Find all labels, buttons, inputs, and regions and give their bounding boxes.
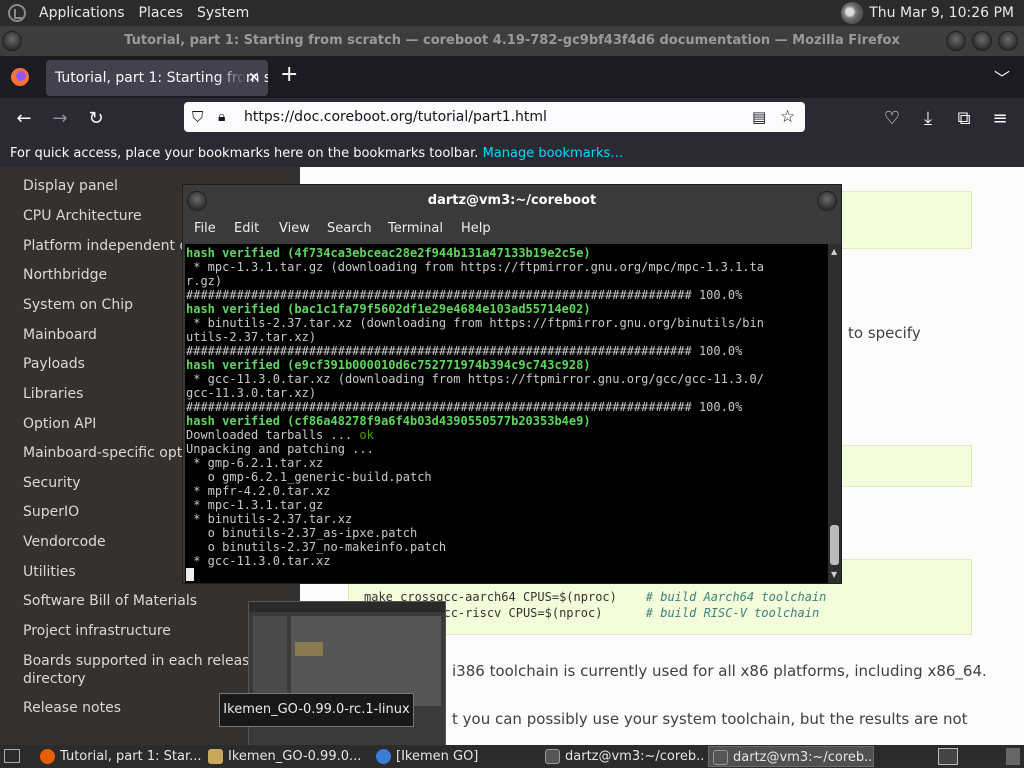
menu-places[interactable]: Places — [132, 0, 191, 26]
terminal-scrollbar[interactable]: ▲ ▼ — [828, 244, 841, 583]
task-terminal-1[interactable]: dartz@vm3:~/coreb... — [541, 746, 705, 767]
terminal-icon — [545, 749, 560, 764]
terminal-window-menu-icon[interactable] — [187, 191, 207, 211]
url-bar[interactable]: ⛉ 🔒︎ https://doc.coreboot.org/tutorial/p… — [184, 102, 805, 132]
terminal-menu-search[interactable]: Search — [327, 221, 372, 236]
terminal-line: o binutils-2.37_no-makeinfo.patch — [186, 540, 447, 554]
terminal-line: hash verified (bac1c1fa79f5602df1e29e468… — [186, 302, 591, 316]
tab-close-icon[interactable]: ✕ — [248, 60, 260, 96]
trash-icon[interactable] — [1006, 748, 1020, 765]
navigation-toolbar: ← → ↻ ⛉ 🔒︎ https://doc.coreboot.org/tuto… — [0, 98, 1024, 140]
close-window-icon[interactable] — [998, 31, 1018, 51]
terminal-line: hash verified (e9cf391b000010d6c75277197… — [186, 358, 591, 372]
terminal-line: hash verified (4f734ca3ebceac28e2f944b13… — [186, 246, 591, 260]
volume-icon[interactable] — [841, 2, 864, 24]
doc-paragraph: i386 toolchain is currently used for all… — [452, 662, 987, 680]
doc-text-specify: to specify — [848, 324, 921, 342]
terminal-line: hash verified (cf86a48278f9a6f4b03d43905… — [186, 414, 591, 428]
terminal-line: * binutils-2.37.tar.xz (downloading from… — [186, 316, 764, 330]
bookmarks-hint: For quick access, place your bookmarks h… — [10, 146, 479, 161]
ikemen-icon — [376, 749, 391, 764]
forward-icon[interactable]: → — [49, 108, 71, 130]
window-menu-icon[interactable] — [2, 31, 22, 51]
terminal-line: o gmp-6.2.1_generic-build.patch — [186, 470, 432, 484]
extensions-icon[interactable]: ⧉ — [953, 108, 975, 130]
taskbar: Tutorial, part 1: Star... Ikemen_GO-0.99… — [0, 745, 1024, 768]
task-ikemen-go[interactable]: [Ikemen GO] — [372, 746, 538, 767]
distro-logo-icon[interactable] — [8, 4, 26, 22]
task-firefox[interactable]: Tutorial, part 1: Star... — [36, 746, 202, 767]
terminal-titlebar: dartz@vm3:~/coreboot — [183, 185, 841, 217]
show-desktop-icon[interactable] — [4, 749, 20, 763]
terminal-line: o binutils-2.37_as-ipxe.patch — [186, 526, 418, 540]
new-tab-icon[interactable]: + — [280, 62, 298, 87]
back-icon[interactable]: ← — [13, 108, 35, 130]
bookmarks-toolbar: For quick access, place your bookmarks h… — [0, 140, 1024, 167]
terminal-scrollbar-thumb[interactable] — [830, 525, 839, 565]
menu-hamburger-icon[interactable]: ≡ — [989, 108, 1011, 130]
terminal-output[interactable]: hash verified (4f734ca3ebceac28e2f944b13… — [185, 244, 828, 583]
terminal-title: dartz@vm3:~/coreboot — [427, 193, 597, 208]
clock[interactable]: Thu Mar 9, 10:26 PM — [869, 5, 1014, 21]
terminal-line: * gcc-11.3.0.tar.xz (downloading from ht… — [186, 372, 764, 386]
terminal-line: utils-2.37.tar.xz) — [186, 330, 317, 344]
terminal-menu-help[interactable]: Help — [461, 221, 491, 236]
terminal-menu-file[interactable]: File — [194, 221, 216, 236]
list-all-tabs-icon[interactable]: ﹀ — [994, 65, 1010, 89]
shield-icon[interactable]: ⛉ — [192, 102, 203, 132]
terminal-line: * mpc-1.3.1.tar.gz — [186, 498, 324, 512]
manage-bookmarks-link[interactable]: Manage bookmarks… — [483, 146, 624, 161]
terminal-line: Unpacking and patching ... — [186, 442, 374, 456]
terminal-line: Downloaded tarballs ... ok — [186, 428, 374, 442]
folder-icon — [208, 749, 223, 764]
code-block — [838, 445, 972, 487]
terminal-line: ########################################… — [186, 344, 743, 358]
code-block — [838, 191, 972, 249]
terminal-line: * gcc-11.3.0.tar.xz — [186, 554, 331, 568]
reload-icon[interactable]: ↻ — [85, 108, 107, 130]
lock-icon[interactable]: 🔒︎ — [218, 102, 225, 132]
terminal-line: * mpc-1.3.1.tar.gz (downloading from htt… — [186, 260, 764, 274]
terminal-menubar: File Edit View Search Terminal Help — [183, 217, 841, 243]
terminal-line: r.gz) — [186, 274, 223, 288]
terminal-icon — [713, 750, 728, 765]
terminal-window[interactable]: dartz@vm3:~/coreboot File Edit View Sear… — [182, 184, 842, 584]
pocket-icon[interactable]: ♡ — [881, 108, 903, 130]
task-terminal-2[interactable]: dartz@vm3:~/coreb... — [708, 746, 874, 767]
terminal-menu-view[interactable]: View — [279, 221, 310, 236]
maximize-icon[interactable] — [972, 31, 992, 51]
menu-applications[interactable]: Applications — [32, 0, 132, 26]
window-title: Tutorial, part 1: Starting from scratch … — [124, 33, 900, 48]
tab-bar: Tutorial, part 1: Starting from scratch … — [0, 56, 1024, 98]
bookmark-star-icon[interactable]: ☆ — [780, 102, 795, 132]
top-panel: Applications Places System Thu Mar 9, 10… — [0, 0, 1024, 26]
terminal-line: * binutils-2.37.tar.xz — [186, 512, 353, 526]
terminal-line: ########################################… — [186, 400, 743, 414]
workspace-switcher[interactable] — [938, 748, 958, 765]
url-text[interactable]: https://doc.coreboot.org/tutorial/part1.… — [244, 102, 547, 132]
reader-view-icon[interactable]: ▤ — [752, 102, 766, 132]
firefox-titlebar: Tutorial, part 1: Starting from scratch … — [0, 26, 1024, 56]
doc-paragraph: t you can possibly use your system toolc… — [452, 710, 968, 728]
terminal-menu-edit[interactable]: Edit — [234, 221, 259, 236]
tooltip: Ikemen_GO-0.99.0-rc.1-linux — [219, 693, 414, 727]
terminal-menu-terminal[interactable]: Terminal — [388, 221, 443, 236]
tab-active[interactable]: Tutorial, part 1: Starting from scratch … — [46, 60, 268, 96]
terminal-line: ########################################… — [186, 288, 743, 302]
downloads-icon[interactable]: ⤓ — [917, 108, 939, 130]
terminal-line: gcc-11.3.0.tar.xz) — [186, 386, 317, 400]
terminal-close-icon[interactable] — [817, 191, 837, 211]
minimize-icon[interactable] — [946, 31, 966, 51]
terminal-line: * mpfr-4.2.0.tar.xz — [186, 484, 331, 498]
firefox-icon — [40, 749, 55, 764]
firefox-view-icon[interactable] — [10, 67, 30, 87]
menu-system[interactable]: System — [190, 0, 256, 26]
status-ok: ok — [359, 428, 374, 442]
task-file-manager[interactable]: Ikemen_GO-0.99.0... — [204, 746, 368, 767]
terminal-cursor — [186, 568, 194, 581]
terminal-line: * gmp-6.2.1.tar.xz — [186, 456, 324, 470]
